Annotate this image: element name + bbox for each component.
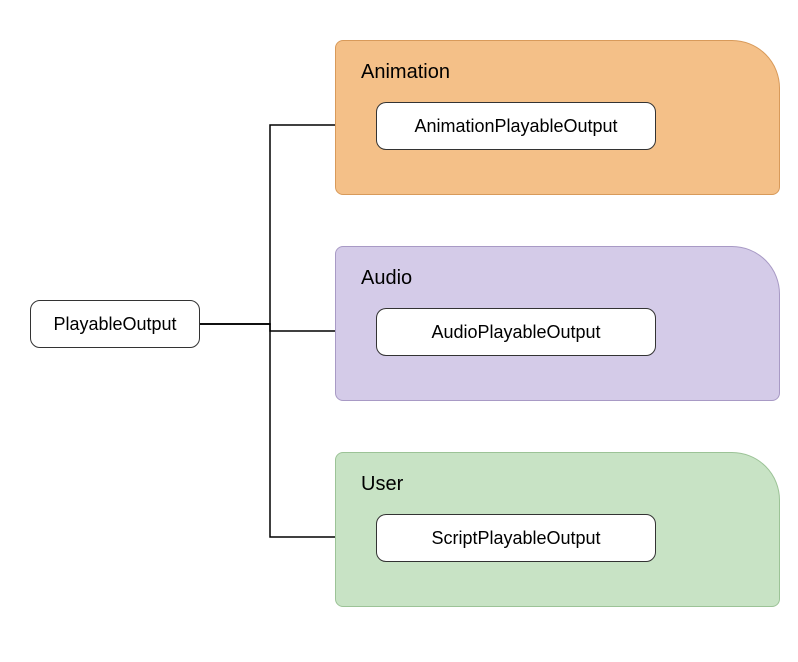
node-audio-playable-output: AudioPlayableOutput <box>376 308 656 356</box>
child-label: AudioPlayableOutput <box>431 322 600 343</box>
group-title-user: User <box>361 473 754 496</box>
node-script-playable-output: ScriptPlayableOutput <box>376 514 656 562</box>
child-label: AnimationPlayableOutput <box>414 116 617 137</box>
group-title-audio: Audio <box>361 267 754 290</box>
child-label: ScriptPlayableOutput <box>431 528 600 549</box>
group-user: User ScriptPlayableOutput <box>335 452 780 607</box>
node-animation-playable-output: AnimationPlayableOutput <box>376 102 656 150</box>
root-node-playableoutput: PlayableOutput <box>30 300 200 348</box>
group-animation: Animation AnimationPlayableOutput <box>335 40 780 195</box>
group-title-animation: Animation <box>361 61 754 84</box>
root-label: PlayableOutput <box>53 314 176 335</box>
group-audio: Audio AudioPlayableOutput <box>335 246 780 401</box>
